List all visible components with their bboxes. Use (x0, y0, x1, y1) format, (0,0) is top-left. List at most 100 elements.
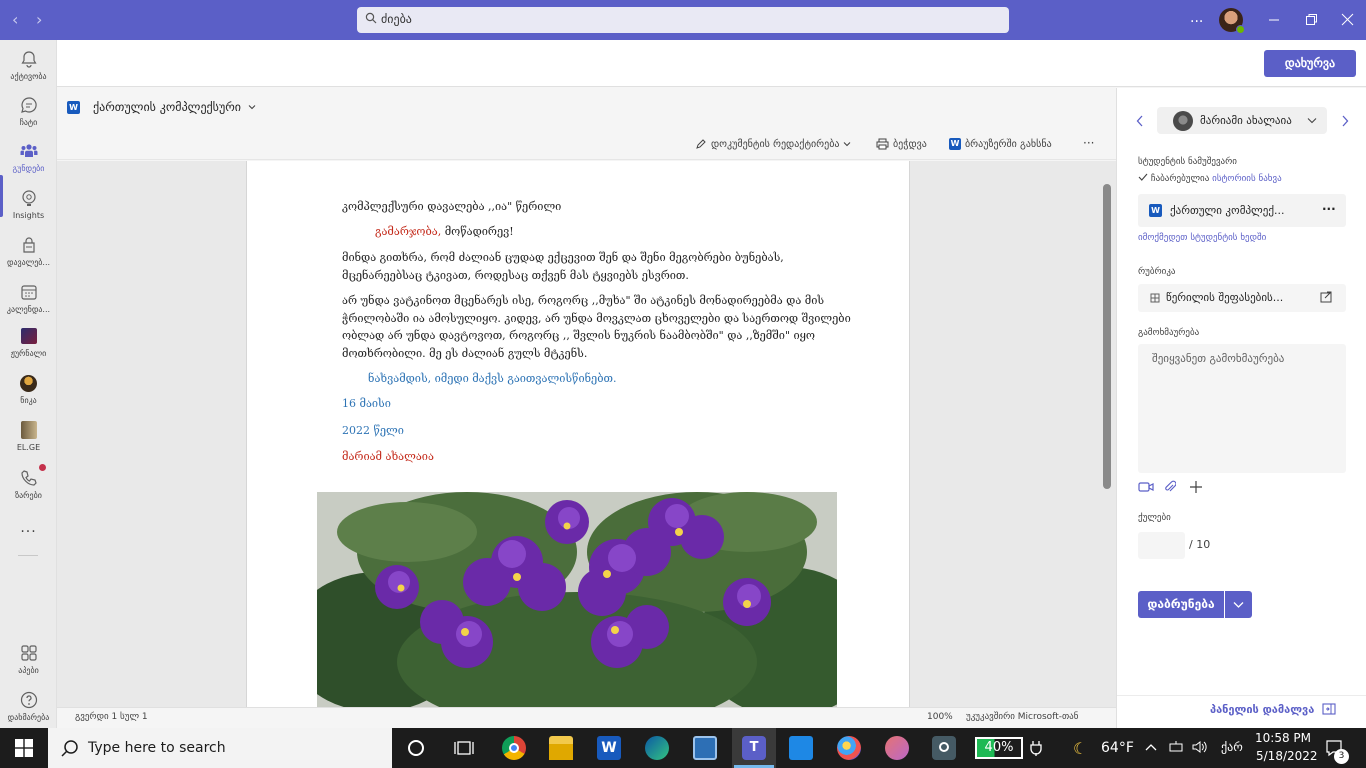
doc-paragraph-1: მინდა გითხრა, რომ ძალიან ცუდად ექცევით შ… (342, 251, 784, 282)
submitted-file[interactable]: W ქართული კომპლექ... ··· (1138, 194, 1346, 227)
attach-icon[interactable] (1164, 480, 1176, 494)
violet-flower-image (317, 492, 837, 707)
open-in-browser-button[interactable]: W ბრაუზერში გახსნა (949, 138, 1052, 150)
camera-icon[interactable] (932, 736, 956, 760)
rail-nika[interactable]: ნიკა (0, 375, 57, 405)
taskbar-search[interactable]: Type here to search (48, 728, 392, 768)
more-dots: ··· (1083, 136, 1095, 150)
rail-activity[interactable]: აქტივობა (0, 49, 57, 81)
doc-signature: მარიამ ახალაია (342, 450, 434, 463)
document-scrollbar[interactable] (1103, 184, 1111, 489)
paint-icon[interactable] (837, 736, 861, 760)
student-selector[interactable]: მარიამი ახალაია (1157, 107, 1327, 134)
weather-temp[interactable]: 64°F (1101, 740, 1134, 756)
document-title[interactable]: ქართულის კომპლექსური (93, 100, 256, 114)
rail-label: დავალებ... (6, 258, 51, 267)
cortana-icon[interactable] (407, 739, 425, 757)
search-icon (365, 12, 377, 24)
greeting-red: გამარჯობა, (375, 225, 442, 238)
open-in-browser-label: ბრაუზერში გახსნა (965, 138, 1052, 150)
minimize-icon[interactable] (1268, 14, 1280, 26)
rail-teams[interactable]: გუნდები (0, 141, 57, 173)
title-bar: ‹ › ძიება ... (0, 0, 1366, 40)
doc-paragraph-2: არ უნდა ვატკინოთ მცენარეს ისე, როგორც ,,… (342, 294, 851, 360)
rail-elge[interactable]: EL.GE (0, 421, 57, 452)
rail-chat[interactable]: ჩატი (0, 95, 57, 127)
calendar-icon (20, 285, 37, 300)
file-explorer-icon[interactable] (549, 736, 573, 760)
network-icon[interactable] (1169, 740, 1183, 754)
rail-insights[interactable]: Insights (0, 188, 57, 220)
search-icon (61, 740, 78, 757)
previous-student-icon[interactable] (1136, 115, 1144, 127)
weather-moon-icon[interactable]: ☾ (1073, 739, 1087, 758)
feedback-link[interactable]: უკუკავშირი Microsoft-თან (966, 712, 1078, 722)
rail-journal[interactable]: ჟურნალი (0, 328, 57, 358)
student-avatar (1173, 111, 1193, 131)
file-more-icon[interactable]: ··· (1322, 202, 1336, 216)
rail-calls[interactable]: ზარები (0, 464, 57, 500)
points-input[interactable] (1138, 532, 1185, 559)
battery-indicator[interactable]: 40% (975, 737, 1023, 759)
snip-sketch-icon[interactable] (885, 736, 909, 760)
rail-label: ჟურნალი (10, 349, 47, 358)
doc-date-day: 16 მაისი (342, 397, 391, 410)
points-total: / 10 (1189, 538, 1211, 551)
doc-more-options-icon[interactable]: ··· (1083, 136, 1094, 150)
chevron-down-icon (1233, 602, 1244, 608)
open-rubric-icon[interactable] (1320, 291, 1333, 304)
more-options-icon[interactable]: ... (1190, 10, 1203, 26)
chevron-down-icon (248, 105, 256, 110)
view-history-link[interactable]: ისტორიის ნახვა (1212, 174, 1282, 184)
rail-help[interactable]: დახმარება (0, 690, 57, 722)
forward-arrow-icon[interactable]: › (36, 10, 42, 29)
hide-panel-button[interactable]: პანელის დამალვა (1210, 703, 1336, 716)
word-app-icon[interactable]: W (597, 736, 621, 760)
photos-app-icon[interactable] (693, 736, 717, 760)
charging-plug-icon (1030, 741, 1042, 756)
hide-panel-icon (1322, 703, 1336, 715)
add-icon[interactable] (1189, 480, 1203, 494)
chevron-up-icon[interactable] (1145, 742, 1157, 752)
rail-label: ზარები (15, 491, 42, 500)
rail-more[interactable]: ... (0, 520, 57, 536)
doc-greeting: გამარჯობა, მოწადირევ! (375, 223, 895, 241)
print-button[interactable]: ბეჭდვა (876, 138, 927, 150)
elge-app-icon (20, 421, 37, 439)
page-count: გვერდი 1 სულ 1 (75, 712, 148, 722)
edit-document-button[interactable]: დოკუმენტის რედაქტირება (695, 138, 851, 150)
rail-label: გუნდები (12, 164, 45, 173)
rail-apps[interactable]: აპები (0, 643, 57, 675)
word-file-icon: W (1149, 204, 1162, 217)
clock-time[interactable]: 10:58 PM (1255, 731, 1311, 745)
windows-start-icon[interactable] (15, 739, 33, 757)
close-button[interactable]: დახურვა (1264, 50, 1356, 77)
zoom-level[interactable]: 100% (927, 712, 953, 722)
close-window-icon[interactable] (1341, 13, 1354, 26)
search-input[interactable]: ძიება (357, 7, 1009, 33)
restore-icon[interactable] (1305, 13, 1318, 26)
rail-label: EL.GE (16, 443, 41, 452)
clock-date[interactable]: 5/18/2022 (1256, 749, 1318, 763)
calculator-icon[interactable] (789, 736, 813, 760)
rail-calendar[interactable]: კალენდა... (0, 282, 57, 314)
panel-divider (1117, 695, 1366, 696)
word-file-icon: W (949, 138, 961, 150)
student-name: მარიამი ახალაია (1200, 114, 1292, 127)
volume-icon[interactable] (1192, 740, 1208, 754)
next-student-icon[interactable] (1341, 115, 1349, 127)
rail-assignments[interactable]: დავალებ... (0, 235, 57, 267)
chrome-icon[interactable] (502, 736, 526, 760)
edge-icon[interactable] (645, 736, 669, 760)
input-language[interactable]: ქარ (1221, 740, 1243, 754)
feedback-input[interactable]: შეიყვანეთ გამოხმაურება (1138, 344, 1346, 473)
rubric-selector[interactable]: წერილის შეფასების... (1138, 284, 1346, 312)
back-arrow-icon[interactable]: ‹ (12, 10, 18, 29)
view-as-student-link[interactable]: იმოქმედეთ სტუდენტის ხედში (1138, 233, 1266, 243)
teams-taskbar-active[interactable]: T (732, 728, 776, 768)
rail-label: დახმარება (7, 713, 50, 722)
video-icon[interactable] (1138, 481, 1154, 493)
task-view-icon[interactable] (454, 739, 474, 757)
return-button[interactable]: დაბრუნება (1138, 591, 1224, 618)
return-options-button[interactable] (1225, 591, 1252, 618)
